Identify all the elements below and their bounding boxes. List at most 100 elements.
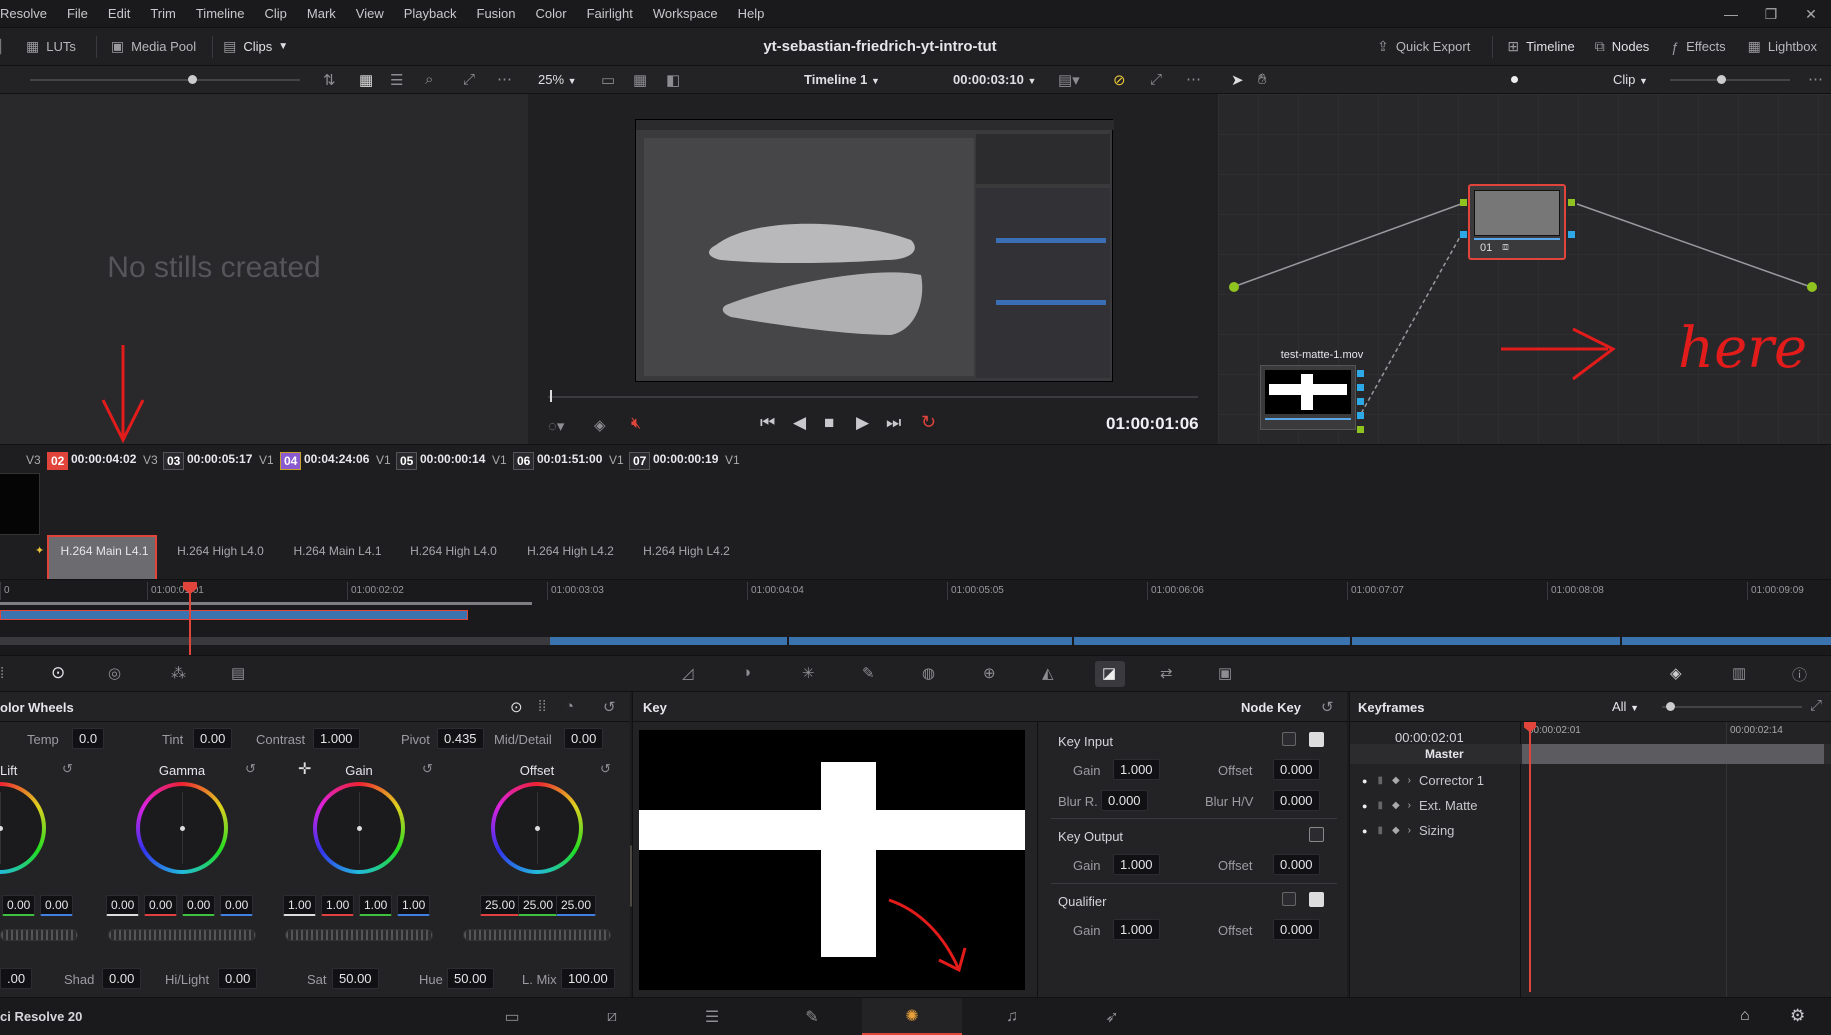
wheel-value[interactable]: 0.00 — [182, 895, 216, 916]
menu-item-file[interactable]: File — [57, 6, 98, 21]
keyframe-diamond-icon[interactable]: ◆ — [1392, 800, 1400, 811]
node-output-port[interactable] — [1568, 199, 1575, 206]
wheel-value[interactable]: 1.00 — [359, 895, 393, 916]
enable-dot-icon[interactable]: ● — [1362, 826, 1367, 836]
tint-field[interactable]: 0.00 — [193, 728, 233, 749]
keyframes-tab-icon[interactable]: ◈ — [1670, 664, 1682, 682]
color-wheels-tab-icon[interactable]: ⊙ — [51, 663, 65, 683]
close-icon[interactable]: ✕ — [1791, 6, 1831, 23]
edit-page-button[interactable]: ☰ — [662, 998, 762, 1035]
key-output-gain[interactable]: 1.000 — [1113, 854, 1160, 875]
timeline-button[interactable]: ⊞ Timeline — [1507, 38, 1574, 55]
fairlight-page-button[interactable]: ♫ — [962, 998, 1062, 1035]
play-reverse-icon[interactable]: ◀ — [793, 413, 806, 433]
color-page-button[interactable]: ✺ — [862, 998, 962, 1035]
expand-chevron-icon[interactable]: › — [1408, 825, 1411, 836]
blur-icon[interactable]: ◭ — [1042, 664, 1054, 682]
zoom-dropdown[interactable]: 25% ▼ — [538, 72, 577, 87]
matte-port[interactable] — [1357, 412, 1364, 419]
warper-icon[interactable]: ✳ — [802, 664, 815, 682]
info-icon[interactable]: ⓘ — [1792, 664, 1807, 685]
key-input-gain[interactable]: 1.000 — [1113, 759, 1160, 780]
hand-icon[interactable]: ✋︎ — [1258, 71, 1267, 88]
layers-icon[interactable]: ◈ — [594, 416, 606, 434]
node-input-port[interactable] — [1460, 199, 1467, 206]
wheel-reset-icon[interactable]: ↺ — [600, 761, 611, 777]
menu-item-clip[interactable]: Clip — [255, 6, 297, 21]
color-wheel-gamma[interactable] — [136, 782, 228, 874]
viewer-mode-icon[interactable]: ▭ — [601, 71, 615, 89]
keyframe-row[interactable]: ● ▮ ◆ › Ext. Matte — [1350, 793, 1520, 818]
highlight-icon[interactable]: ⊘ — [1113, 71, 1126, 89]
track-clip-selected[interactable] — [0, 610, 468, 620]
output-node[interactable] — [1807, 282, 1817, 292]
wheel-value[interactable]: 0.00 — [144, 895, 178, 916]
grid-overlay-icon[interactable]: ▦ — [633, 71, 647, 89]
minimize-icon[interactable]: — — [1711, 6, 1751, 22]
key-input-mask-toggle[interactable] — [1309, 732, 1324, 747]
blur-r-field[interactable]: 0.000 — [1101, 790, 1148, 811]
restore-icon[interactable]: ❐ — [1751, 6, 1791, 23]
kf-playhead[interactable] — [1529, 724, 1531, 992]
primaries-bars-icon[interactable]: ⁞⁞ — [538, 698, 546, 715]
slider-handle[interactable] — [1717, 75, 1726, 84]
key-input-invert-toggle[interactable] — [1282, 732, 1296, 746]
qualifier-offset[interactable]: 0.000 — [1273, 919, 1320, 940]
hilight-field[interactable]: 0.00 — [218, 968, 258, 989]
stop-icon[interactable]: ■ — [824, 413, 834, 433]
expand-icon[interactable]: ⤢ — [1810, 697, 1822, 714]
more-options-icon[interactable]: ⋯ — [1808, 70, 1823, 88]
menu-item-timeline[interactable]: Timeline — [186, 6, 255, 21]
media-pool-button[interactable]: ▣ Media Pool — [111, 38, 196, 55]
scopes-icon[interactable]: ▥ — [1732, 664, 1746, 682]
matte-port[interactable] — [1357, 370, 1364, 377]
wheel-value[interactable]: 25.00 — [518, 895, 559, 916]
sidebar-toggle-icon[interactable]: ▏ — [0, 39, 22, 55]
node-key-input-port[interactable] — [1460, 231, 1467, 238]
media-page-button[interactable]: ▭ — [462, 998, 562, 1035]
lock-icon[interactable]: ▮ — [1377, 775, 1383, 786]
color-wheel-lift[interactable] — [0, 782, 46, 874]
deliver-page-button[interactable]: ➶ — [1062, 998, 1162, 1035]
3d-icon[interactable]: ▣ — [1218, 664, 1232, 682]
monitor-icon[interactable]: ▤▾ — [1058, 71, 1080, 89]
slider-handle[interactable] — [188, 75, 197, 84]
reset-icon[interactable]: ↺ — [603, 698, 616, 716]
wheel-value[interactable]: 25.00 — [480, 895, 521, 916]
key-output-offset[interactable]: 0.000 — [1273, 854, 1320, 875]
keyframe-row[interactable]: ● ▮ ◆ › Sizing — [1350, 818, 1520, 843]
key-icon[interactable]: ◪ — [1102, 664, 1116, 682]
hue-field[interactable]: 50.00 — [447, 968, 494, 989]
wheel-value[interactable]: 25.00 — [556, 895, 597, 916]
wheel-reset-icon[interactable]: ↺ — [245, 761, 256, 777]
jump-end-icon[interactable]: ⏭ — [886, 413, 901, 433]
rgb-mixer-icon[interactable]: ⁂ — [171, 664, 186, 682]
blur-hv-field[interactable]: 0.000 — [1273, 790, 1320, 811]
loop-icon[interactable]: ↻ — [921, 412, 936, 433]
page-dot[interactable] — [1511, 76, 1518, 83]
input-node[interactable] — [1229, 282, 1239, 292]
log-wheels-icon[interactable]: ◔ — [565, 698, 574, 715]
home-icon[interactable]: ⌂ — [1740, 1007, 1750, 1025]
menu-item-resolve[interactable]: Resolve — [0, 6, 57, 21]
wheel-master-jog[interactable] — [463, 929, 611, 941]
shad-field[interactable]: 0.00 — [102, 968, 142, 989]
reset-icon[interactable]: ↺ — [1321, 698, 1334, 716]
mute-icon[interactable]: 🔇︎ — [631, 415, 641, 433]
viewer-timecode[interactable]: 00:00:03:10 ▼ — [953, 72, 1036, 87]
matte-port[interactable] — [1357, 398, 1364, 405]
matte-port[interactable] — [1357, 384, 1364, 391]
keyframe-row[interactable]: ● ▮ ◆ › Corrector 1 — [1350, 768, 1520, 793]
gallery-zoom-slider[interactable] — [30, 79, 300, 81]
lock-icon[interactable]: ▮ — [1377, 825, 1383, 836]
clip-mode-dropdown[interactable]: Clip ▼ — [1613, 72, 1648, 87]
menu-item-help[interactable]: Help — [728, 6, 775, 21]
wheel-master-jog[interactable] — [285, 929, 433, 941]
wheel-value[interactable]: 1.00 — [321, 895, 355, 916]
menu-item-edit[interactable]: Edit — [98, 6, 140, 21]
play-icon[interactable]: ▶ — [856, 413, 869, 433]
qualifier-gain[interactable]: 1.000 — [1113, 919, 1160, 940]
menu-item-fusion[interactable]: Fusion — [467, 6, 526, 21]
camera-raw-icon[interactable]: ⁞ — [0, 665, 4, 682]
menu-item-color[interactable]: Color — [526, 6, 577, 21]
